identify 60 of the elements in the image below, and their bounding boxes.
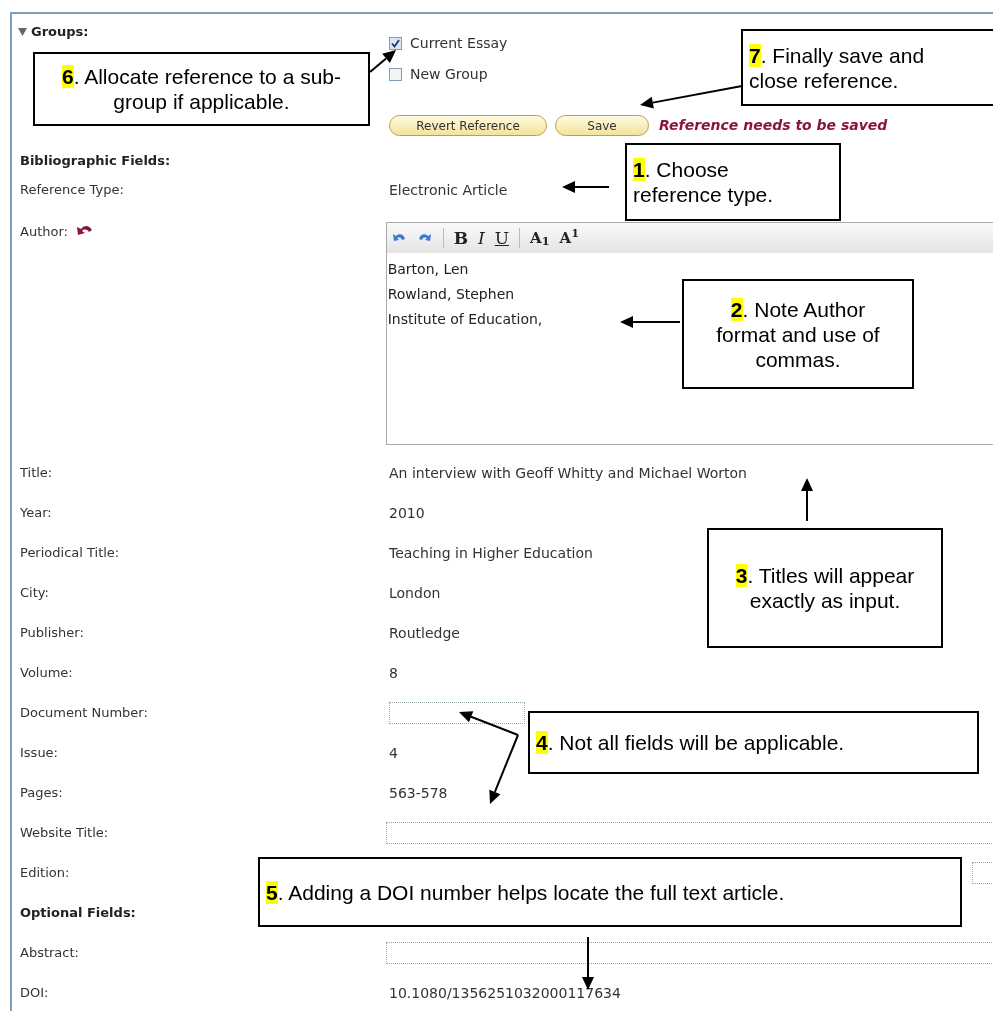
field-value: 4 <box>389 743 398 763</box>
field-label: DOI: <box>19 984 50 1003</box>
format-button[interactable]: A$_{1}$ <box>530 230 550 246</box>
undo-arrow-icon[interactable] <box>75 224 93 236</box>
field-value: 8 <box>389 663 398 683</box>
arrow <box>369 50 396 73</box>
callout: 1. Choose reference type. <box>625 143 841 221</box>
checkbox[interactable] <box>389 68 402 81</box>
field-value: An interview with Geoff Whitty and Michael Worton <box>389 463 747 483</box>
format-button[interactable]: I <box>478 229 485 247</box>
section-heading: Optional Fields: <box>19 904 137 923</box>
field-label: Pages: <box>19 784 64 803</box>
field-label: Year: <box>19 504 53 523</box>
revert-button[interactable]: Revert Reference <box>389 115 547 136</box>
field-label: City: <box>19 584 50 603</box>
input-field[interactable] <box>385 822 993 844</box>
callout: 2. Note Author format and use of commas. <box>682 279 914 389</box>
field-label: Reference Type: <box>19 181 125 200</box>
callout: 4. Not all fields will be applicable. <box>528 711 979 774</box>
arrow <box>620 316 681 328</box>
editor-line: Institute of Education, <box>387 310 543 329</box>
input-field[interactable] <box>385 942 993 964</box>
field-value: Electronic Article <box>389 180 508 200</box>
format-button[interactable]: A$^{1}$ <box>559 230 579 246</box>
arrow <box>562 181 610 193</box>
callout: 3. Titles will appear exactly as input. <box>707 528 943 648</box>
input-field[interactable] <box>972 862 993 884</box>
callout: 5. Adding a DOI number helps locate the full text article. <box>258 857 962 927</box>
editor-line: Rowland, Stephen <box>387 285 515 304</box>
expand-toggle-icon[interactable] <box>18 27 27 36</box>
checkbox[interactable] <box>389 37 402 50</box>
field-value: 563-578 <box>389 783 448 803</box>
section-heading: Groups: <box>31 23 89 41</box>
field-label: Title: <box>19 464 54 483</box>
field-value: 2010 <box>389 503 425 523</box>
arrow <box>801 478 813 522</box>
field-label: Periodical Title: <box>19 544 121 563</box>
format-button[interactable]: U <box>494 229 510 247</box>
field-value: Teaching in Higher Education <box>389 543 593 563</box>
field-value: 10.1080/1356251032000117634 <box>389 983 621 1003</box>
field-label: Website Title: <box>19 824 110 843</box>
field-label: Author: <box>20 223 68 241</box>
callout: 6. Allocate reference to a sub-group if applicable. <box>33 52 370 126</box>
format-button[interactable]: B <box>453 229 468 247</box>
field-value: Routledge <box>389 623 460 643</box>
callout: 7. Finally save and close reference. <box>741 29 993 106</box>
field-label: Issue: <box>19 744 59 763</box>
checkbox-label: Current Essay <box>410 34 508 53</box>
checkbox-label: New Group <box>410 65 488 84</box>
section-heading: Bibliographic Fields: <box>19 151 172 170</box>
field-value: London <box>389 583 441 603</box>
editor-line: Barton, Len <box>387 260 469 279</box>
field-label: Publisher: <box>19 624 85 643</box>
field-label: Edition: <box>19 864 71 883</box>
field-label: Abstract: <box>19 944 80 963</box>
field-label: Volume: <box>19 664 74 683</box>
field-label: Document Number: <box>19 704 149 723</box>
status-message: Reference needs to be saved <box>659 116 888 135</box>
arrow <box>582 936 594 990</box>
save-button[interactable]: Save <box>555 115 649 136</box>
